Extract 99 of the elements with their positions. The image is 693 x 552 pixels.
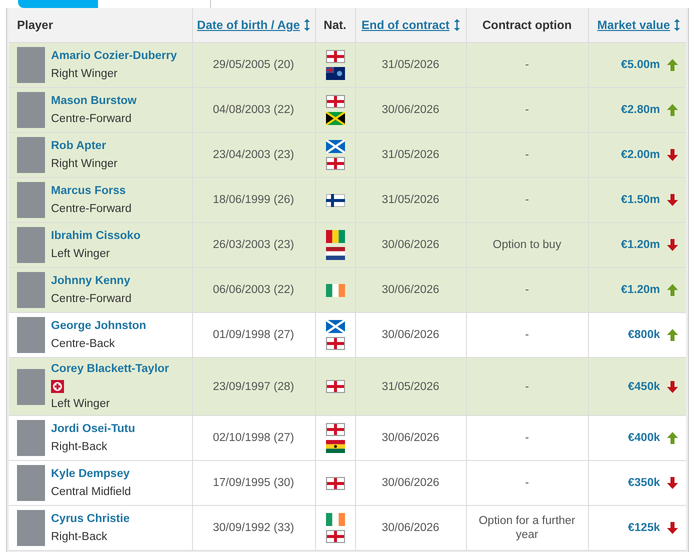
birth-date-age: 02/10/1998 (27) bbox=[212, 432, 294, 444]
player-value-amount[interactable]: €1.20m bbox=[620, 238, 660, 252]
contract-end-date: 31/05/2026 bbox=[382, 59, 440, 71]
player-name-link[interactable]: Corey Blackett-Taylor bbox=[51, 362, 170, 376]
player-position: Right Winger bbox=[51, 67, 118, 81]
birth-date-age: 30/09/1992 (33) bbox=[212, 522, 294, 534]
photo-placeholder bbox=[17, 420, 45, 456]
contract-option: - bbox=[525, 149, 529, 161]
player-position: Right Winger bbox=[51, 157, 118, 171]
player-name-link[interactable]: George Johnston bbox=[51, 319, 146, 333]
birth-date-age: 23/04/2003 (23) bbox=[212, 149, 294, 161]
player-position: Central Midfield bbox=[51, 485, 131, 499]
birth-date-age: 01/09/1998 (27) bbox=[212, 329, 294, 341]
photo-placeholder bbox=[17, 465, 45, 501]
contract-option: - bbox=[525, 194, 529, 206]
flag-icon bbox=[326, 380, 344, 393]
player-value-amount[interactable]: €450k bbox=[628, 380, 660, 394]
player-name-link[interactable]: Johnny Kenny bbox=[51, 274, 130, 288]
player-value-amount[interactable]: €1.50m bbox=[620, 193, 660, 207]
photo-placeholder bbox=[17, 368, 45, 404]
contract-end-date: 30/06/2026 bbox=[382, 522, 440, 534]
player-value-amount[interactable]: €2.00m bbox=[620, 148, 660, 162]
contract-option: - bbox=[525, 104, 529, 116]
player-value-amount[interactable]: €5.00m bbox=[620, 58, 660, 72]
contract-end-date: 31/05/2026 bbox=[382, 149, 440, 161]
birth-date-age: 04/08/2003 (22) bbox=[212, 104, 294, 116]
flag-icon bbox=[326, 194, 344, 206]
contract-option: - bbox=[525, 380, 529, 392]
player-value-amount[interactable]: €2.80m bbox=[620, 103, 660, 117]
player-name-link[interactable]: Kyle Dempsey bbox=[51, 467, 130, 481]
photo-placeholder bbox=[17, 510, 45, 546]
photo-placeholder bbox=[17, 227, 45, 263]
flag-icon bbox=[326, 440, 344, 453]
birth-date-age: 23/09/1997 (28) bbox=[212, 380, 294, 392]
player-name-link[interactable]: Cyrus Christie bbox=[51, 512, 130, 526]
birth-date-age: 18/06/1999 (26) bbox=[212, 194, 294, 206]
player-name-link[interactable]: Jordi Osei-Tutu bbox=[51, 422, 136, 436]
flag-icon bbox=[326, 284, 344, 296]
birth-date-age: 17/09/1995 (30) bbox=[212, 477, 294, 489]
contract-end-date: 31/05/2026 bbox=[382, 380, 440, 392]
flag-icon bbox=[326, 513, 344, 526]
player-value-amount[interactable]: €800k bbox=[628, 328, 660, 342]
player-position: Centre-Forward bbox=[51, 112, 132, 126]
player-name-link[interactable]: Marcus Forss bbox=[51, 184, 126, 198]
contract-end-date: 30/06/2026 bbox=[382, 104, 440, 116]
player-value-amount[interactable]: €400k bbox=[628, 431, 660, 445]
player-value-amount[interactable]: €1.20m bbox=[620, 283, 660, 297]
birth-date-age: 29/05/2005 (20) bbox=[212, 59, 294, 71]
photo-placeholder bbox=[17, 92, 45, 128]
flag-icon bbox=[326, 247, 344, 260]
flag-icon bbox=[326, 530, 344, 543]
photo-placeholder bbox=[17, 47, 45, 83]
column-header: Nat. bbox=[324, 18, 346, 32]
photo-placeholder bbox=[17, 272, 45, 308]
contract-option: Option for a further year bbox=[478, 515, 576, 541]
contract-option: - bbox=[525, 477, 529, 489]
flag-icon bbox=[326, 230, 344, 243]
flag-icon bbox=[326, 337, 344, 350]
player-position: Centre-Forward bbox=[51, 202, 132, 216]
contract-end-date: 30/06/2026 bbox=[382, 477, 440, 489]
flag-icon bbox=[326, 95, 344, 108]
player-position: Centre-Back bbox=[51, 337, 115, 351]
contract-option: - bbox=[525, 329, 529, 341]
contract-end-date: 30/06/2026 bbox=[382, 284, 440, 296]
contract-end-date: 30/06/2026 bbox=[382, 239, 440, 251]
player-position: Right-Back bbox=[51, 530, 108, 544]
contract-end-date: 30/06/2026 bbox=[382, 432, 440, 444]
flag-icon bbox=[326, 157, 344, 170]
flag-icon bbox=[326, 112, 344, 125]
player-value-amount[interactable]: €350k bbox=[628, 476, 660, 490]
birth-date-age: 26/03/2003 (23) bbox=[212, 239, 294, 251]
flag-icon bbox=[326, 50, 344, 63]
contract-option: - bbox=[525, 284, 529, 296]
player-position: Left Winger bbox=[51, 397, 110, 411]
contract-option: - bbox=[525, 432, 529, 444]
photo-placeholder bbox=[17, 317, 45, 353]
birth-date-age: 06/06/2003 (22) bbox=[212, 284, 294, 296]
contract-end-date: 31/05/2026 bbox=[382, 194, 440, 206]
player-position: Right-Back bbox=[51, 440, 108, 454]
flag-icon bbox=[326, 476, 344, 490]
contract-option: - bbox=[525, 59, 529, 71]
contract-option: Option to buy bbox=[492, 239, 562, 251]
tab[interactable] bbox=[18, 0, 98, 8]
flag-icon bbox=[326, 67, 344, 80]
flag-icon bbox=[326, 320, 344, 333]
player-name-link[interactable]: Mason Burstow bbox=[51, 94, 137, 108]
player-position: Left Winger bbox=[51, 247, 110, 261]
column-header: Player bbox=[17, 18, 54, 32]
flag-icon bbox=[326, 423, 344, 436]
player-name-link[interactable]: Ibrahim Cissoko bbox=[51, 229, 140, 243]
contract-end-date: 30/06/2026 bbox=[382, 329, 440, 341]
player-position: Centre-Forward bbox=[51, 292, 132, 306]
player-name-link[interactable]: Rob Apter bbox=[51, 139, 106, 153]
photo-placeholder bbox=[17, 182, 45, 218]
player-value-amount[interactable]: €125k bbox=[628, 521, 660, 535]
photo-placeholder bbox=[17, 137, 45, 173]
flag-icon bbox=[326, 140, 344, 153]
player-name-link[interactable]: Amario Cozier-Duberry bbox=[51, 49, 177, 63]
column-header: Contract option bbox=[482, 18, 572, 32]
